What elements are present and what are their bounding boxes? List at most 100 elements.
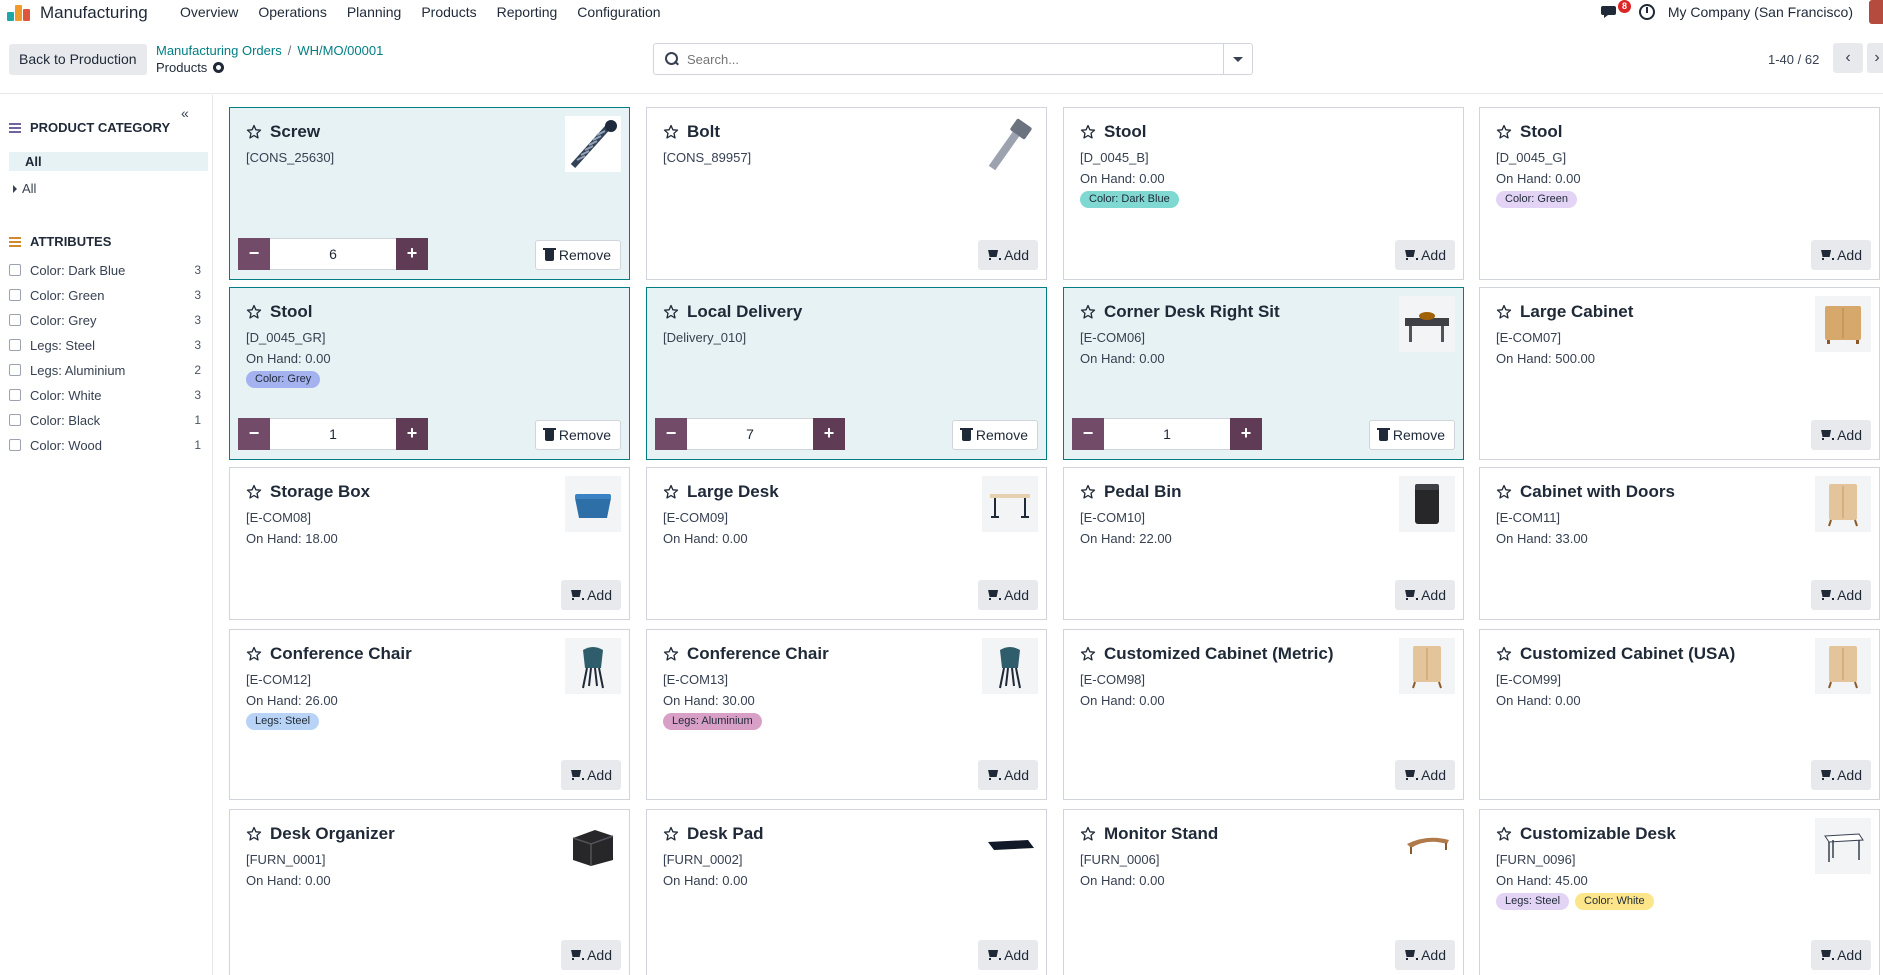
- attribute-filter-row[interactable]: Color: Black 1: [9, 410, 201, 430]
- attribute-filter-row[interactable]: Color: Wood 1: [9, 435, 201, 455]
- star-icon[interactable]: [1080, 304, 1096, 320]
- star-icon[interactable]: [246, 124, 262, 140]
- product-card[interactable]: Conference Chair [E-COM13] On Hand: 30.00 L…: [646, 629, 1047, 800]
- attribute-filter-row[interactable]: Color: Green 3: [9, 285, 201, 305]
- attribute-filter-row[interactable]: Legs: Steel 3: [9, 335, 201, 355]
- product-card[interactable]: Monitor Stand [FURN_0006] On Hand: 0.00 Add: [1063, 809, 1464, 975]
- product-card[interactable]: Stool [D_0045_GR] On Hand: 0.00 Color: Grey…: [229, 287, 630, 460]
- product-card[interactable]: Large Cabinet [E-COM07] On Hand: 500.00 Add: [1479, 287, 1880, 460]
- decrease-quantity-button[interactable]: −: [238, 418, 270, 450]
- add-button[interactable]: Add: [1395, 760, 1455, 790]
- product-card[interactable]: Screw [CONS_25630] −6 + Remove: [229, 107, 630, 280]
- increase-quantity-button[interactable]: +: [1230, 418, 1262, 450]
- product-card[interactable]: Bolt [CONS_89957] Add: [646, 107, 1047, 280]
- star-icon[interactable]: [1080, 124, 1096, 140]
- add-button[interactable]: Add: [1395, 240, 1455, 270]
- search-input[interactable]: [679, 44, 1223, 74]
- manufacturing-app-icon[interactable]: [7, 5, 33, 21]
- pager-next-button[interactable]: ›: [1867, 43, 1883, 73]
- product-card[interactable]: Stool [D_0045_B] On Hand: 0.00 Color: Dark …: [1063, 107, 1464, 280]
- attribute-checkbox[interactable]: [9, 339, 21, 351]
- star-icon[interactable]: [1080, 826, 1096, 842]
- star-icon[interactable]: [1496, 646, 1512, 662]
- star-icon[interactable]: [663, 124, 679, 140]
- remove-button[interactable]: Remove: [534, 240, 621, 270]
- activity-clock-icon[interactable]: [1639, 4, 1655, 20]
- caret-right-icon[interactable]: [13, 185, 17, 193]
- product-card[interactable]: Corner Desk Right Sit [E-COM06] On Hand: 0…: [1063, 287, 1464, 460]
- decrease-quantity-button[interactable]: −: [238, 238, 270, 270]
- product-card[interactable]: Desk Organizer [FURN_0001] On Hand: 0.00 Ad…: [229, 809, 630, 975]
- product-card[interactable]: Storage Box [E-COM08] On Hand: 18.00 Add: [229, 467, 630, 620]
- add-button[interactable]: Add: [1811, 580, 1871, 610]
- attribute-checkbox[interactable]: [9, 439, 21, 451]
- increase-quantity-button[interactable]: +: [813, 418, 845, 450]
- add-button[interactable]: Add: [561, 940, 621, 970]
- star-icon[interactable]: [246, 646, 262, 662]
- pager-previous-button[interactable]: ‹: [1833, 43, 1863, 73]
- add-button[interactable]: Add: [561, 580, 621, 610]
- breadcrumb-mo[interactable]: WH/MO/00001: [297, 43, 383, 58]
- category-all-child[interactable]: All: [13, 181, 36, 196]
- product-card[interactable]: Conference Chair [E-COM12] On Hand: 26.00 L…: [229, 629, 630, 800]
- quantity-value[interactable]: 1: [1104, 418, 1230, 450]
- star-icon[interactable]: [246, 484, 262, 500]
- menu-products[interactable]: Products: [411, 4, 486, 20]
- remove-button[interactable]: Remove: [1368, 420, 1455, 450]
- decrease-quantity-button[interactable]: −: [1072, 418, 1104, 450]
- attribute-filter-row[interactable]: Color: Dark Blue 3: [9, 260, 201, 280]
- decrease-quantity-button[interactable]: −: [655, 418, 687, 450]
- menu-overview[interactable]: Overview: [170, 4, 248, 20]
- attribute-checkbox[interactable]: [9, 264, 21, 276]
- add-button[interactable]: Add: [978, 760, 1038, 790]
- add-button[interactable]: Add: [1395, 940, 1455, 970]
- quantity-value[interactable]: 7: [687, 418, 813, 450]
- product-card[interactable]: Large Desk [E-COM09] On Hand: 0.00 Add: [646, 467, 1047, 620]
- attribute-filter-row[interactable]: Legs: Aluminium 2: [9, 360, 201, 380]
- pager-value[interactable]: 1-40 / 62: [1768, 52, 1819, 67]
- star-icon[interactable]: [246, 826, 262, 842]
- increase-quantity-button[interactable]: +: [396, 238, 428, 270]
- star-icon[interactable]: [663, 484, 679, 500]
- star-icon[interactable]: [1496, 124, 1512, 140]
- star-icon[interactable]: [663, 304, 679, 320]
- star-icon[interactable]: [1496, 304, 1512, 320]
- add-button[interactable]: Add: [1811, 940, 1871, 970]
- attribute-checkbox[interactable]: [9, 414, 21, 426]
- user-avatar[interactable]: [1869, 0, 1883, 24]
- product-card[interactable]: Customizable Desk [FURN_0096] On Hand: 45.…: [1479, 809, 1880, 975]
- quantity-value[interactable]: 1: [270, 418, 396, 450]
- star-icon[interactable]: [1080, 484, 1096, 500]
- attribute-filter-row[interactable]: Color: White 3: [9, 385, 201, 405]
- attribute-checkbox[interactable]: [9, 389, 21, 401]
- add-button[interactable]: Add: [978, 940, 1038, 970]
- search-options-toggle[interactable]: [1223, 44, 1252, 74]
- product-card[interactable]: Customized Cabinet (USA) [E-COM99] On Hand…: [1479, 629, 1880, 800]
- product-card[interactable]: Customized Cabinet (Metric) [E-COM98] On H…: [1063, 629, 1464, 800]
- menu-operations[interactable]: Operations: [248, 4, 336, 20]
- attribute-filter-row[interactable]: Color: Grey 3: [9, 310, 201, 330]
- remove-button[interactable]: Remove: [951, 420, 1038, 450]
- product-card[interactable]: Desk Pad [FURN_0002] On Hand: 0.00 Add: [646, 809, 1047, 975]
- star-icon[interactable]: [1496, 826, 1512, 842]
- star-icon[interactable]: [663, 646, 679, 662]
- add-button[interactable]: Add: [1395, 580, 1455, 610]
- add-button[interactable]: Add: [1811, 760, 1871, 790]
- collapse-sidebar-button[interactable]: «: [181, 105, 189, 121]
- product-card[interactable]: Stool [D_0045_G] On Hand: 0.00 Color: Green…: [1479, 107, 1880, 280]
- increase-quantity-button[interactable]: +: [396, 418, 428, 450]
- star-icon[interactable]: [1496, 484, 1512, 500]
- add-button[interactable]: Add: [1811, 240, 1871, 270]
- product-card[interactable]: Cabinet with Doors [E-COM11] On Hand: 33.0…: [1479, 467, 1880, 620]
- breadcrumb-manufacturing-orders[interactable]: Manufacturing Orders: [156, 43, 282, 58]
- attribute-checkbox[interactable]: [9, 289, 21, 301]
- gear-icon[interactable]: [213, 62, 225, 73]
- menu-reporting[interactable]: Reporting: [487, 4, 568, 20]
- product-card[interactable]: Pedal Bin [E-COM10] On Hand: 22.00 Add: [1063, 467, 1464, 620]
- remove-button[interactable]: Remove: [534, 420, 621, 450]
- menu-configuration[interactable]: Configuration: [567, 4, 670, 20]
- add-button[interactable]: Add: [978, 240, 1038, 270]
- quantity-value[interactable]: 6: [270, 238, 396, 270]
- star-icon[interactable]: [1080, 646, 1096, 662]
- menu-planning[interactable]: Planning: [337, 4, 412, 20]
